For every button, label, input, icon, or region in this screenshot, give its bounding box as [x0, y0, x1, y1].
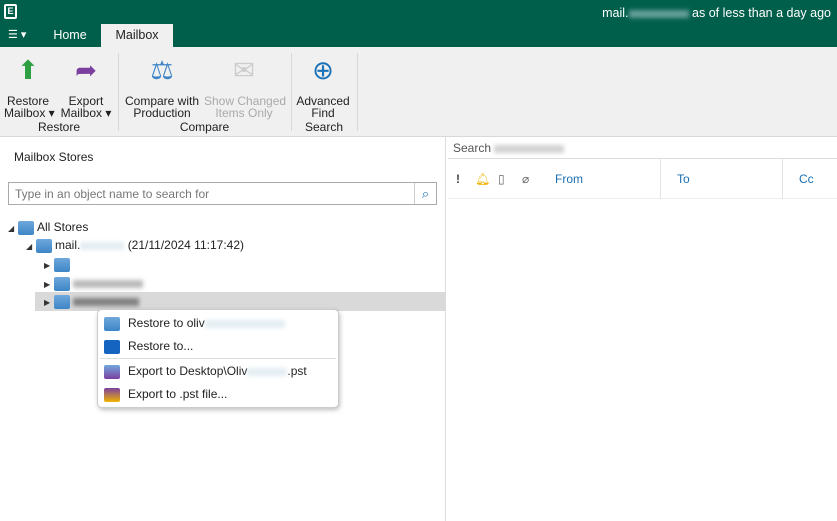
reminder-bell-icon[interactable]: 🔔︎ [475, 172, 490, 186]
menu-restore-to-original[interactable]: Restore to oliv [102, 312, 336, 334]
mailbox-user-icon [54, 294, 70, 309]
menu-label: Export to .pst file... [128, 387, 228, 401]
message-list-pane: Search ! 🔔︎ ▯ ⌀ From To Cc [448, 137, 837, 521]
advanced-find-label: Advanced Find [296, 94, 350, 120]
ribbon: ⬆ Restore Mailbox ▾ ➦ Export Mailbox ▾ Res… [0, 47, 837, 137]
envelope-icon: ✉ [233, 55, 255, 85]
scales-icon: ⚖ [150, 55, 174, 85]
exchange-icon [104, 339, 120, 354]
expand-icon[interactable]: ▶ [44, 257, 54, 275]
column-to[interactable]: To [677, 172, 690, 186]
menu-label: Restore to oliv [128, 316, 205, 330]
menu-restore-to[interactable]: Restore to... [102, 335, 336, 357]
redacted [73, 297, 139, 306]
stores-icon [18, 220, 34, 235]
node-label: mail. [55, 238, 81, 252]
search-icon[interactable]: ⌕ [414, 183, 436, 204]
column-divider[interactable] [782, 159, 783, 199]
group-search-label: Search [304, 120, 344, 134]
mailbox-user-icon [54, 257, 70, 272]
node-label: All Stores [37, 220, 89, 234]
column-header-row: ! 🔔︎ ▯ ⌀ From To Cc [448, 159, 837, 199]
title-bar: E mail. as of less than a day ago ☰ ▾ Ho… [0, 0, 837, 47]
export-pst-icon [104, 387, 120, 402]
collapse-icon[interactable]: ◢ [26, 238, 36, 256]
app-icon: E [4, 4, 17, 19]
restore-mailbox-button[interactable]: ⬆ Restore Mailbox ▾ [4, 53, 55, 120]
tree-node-all-stores[interactable]: ◢ All Stores [8, 218, 88, 236]
message-search-input[interactable]: Search [448, 137, 837, 159]
menu-export-to-desktop[interactable]: Export to Desktop\Oliv .pst [102, 360, 336, 382]
node-date: (21/11/2024 11:17:42) [127, 238, 245, 252]
tree-node-server[interactable]: ◢ mail. (21/11/2024 11:17:42) [26, 236, 244, 254]
restore-icon [104, 316, 120, 331]
redacted [628, 9, 689, 18]
collapse-icon[interactable]: ◢ [8, 220, 18, 238]
object-search-input[interactable]: Type in an object name to search for ⌕ [8, 182, 437, 205]
database-icon [36, 238, 52, 253]
menu-label: Export to Desktop\Oliv [128, 364, 248, 378]
advanced-find-button[interactable]: ⊕ Advanced Find [296, 53, 350, 119]
compare-label: Compare with Production [124, 94, 200, 120]
connection-suffix: as of less than a day ago [692, 6, 831, 20]
export-icon [104, 364, 120, 379]
expand-icon[interactable]: ▶ [44, 294, 54, 312]
document-icon[interactable]: ▯ [498, 172, 505, 186]
connection-status: mail. as of less than a day ago [602, 6, 831, 20]
redacted [204, 319, 285, 328]
export-mailbox-label: Export Mailbox ▾ [60, 94, 112, 120]
zoom-in-icon: ⊕ [312, 55, 334, 85]
tree-node-mailbox-selected[interactable]: ▶ [44, 292, 139, 310]
importance-icon[interactable]: ! [456, 172, 460, 186]
mailbox-user-icon [54, 276, 70, 291]
tab-home[interactable]: Home [40, 24, 100, 47]
export-mailbox-icon: ➦ [75, 55, 97, 85]
divider [357, 53, 358, 131]
redacted [494, 144, 565, 153]
compare-production-button[interactable]: ⚖ Compare with Production [124, 53, 200, 119]
column-from[interactable]: From [555, 172, 583, 186]
column-divider[interactable] [660, 159, 661, 199]
group-compare-label: Compare [179, 120, 230, 134]
main-menu-button[interactable]: ☰ ▾ [8, 28, 26, 41]
restore-mailbox-label: Restore Mailbox ▾ [4, 94, 55, 120]
redacted [80, 241, 125, 250]
group-restore-label: Restore [37, 120, 81, 134]
menu-label: Restore to... [128, 339, 194, 353]
show-changed-label: Show Changed Items Only [204, 94, 287, 120]
tree-node-mailbox[interactable]: ▶ [44, 255, 73, 273]
restore-mailbox-icon: ⬆ [17, 55, 39, 85]
tab-mailbox[interactable]: Mailbox [101, 24, 173, 47]
column-cc[interactable]: Cc [799, 172, 814, 186]
context-menu: Restore to oliv Restore to... Export to … [97, 309, 339, 408]
show-changed-button[interactable]: ✉ Show Changed Items Only [204, 53, 287, 120]
search-label: Search [453, 141, 492, 155]
redacted [73, 279, 143, 288]
menu-separator [100, 358, 336, 359]
search-placeholder: Type in an object name to search for [15, 187, 210, 201]
redacted [247, 367, 288, 376]
connection-prefix: mail. [602, 6, 629, 20]
export-mailbox-button[interactable]: ➦ Export Mailbox ▾ [60, 53, 112, 119]
menu-label-suffix: .pst [287, 364, 307, 378]
attachment-icon[interactable]: ⌀ [522, 172, 529, 186]
menu-export-to-pst[interactable]: Export to .pst file... [102, 383, 336, 405]
tree-node-mailbox[interactable]: ▶ [44, 274, 143, 292]
pane-title: Mailbox Stores [14, 150, 94, 164]
